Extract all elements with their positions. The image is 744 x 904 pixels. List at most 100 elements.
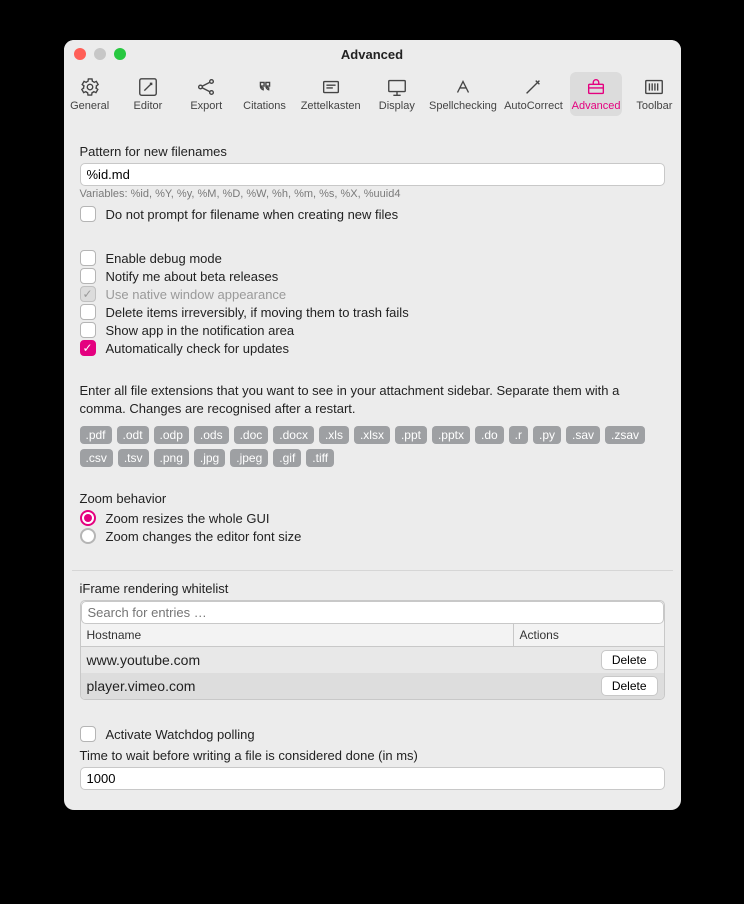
native-window-checkbox <box>80 286 96 302</box>
auto-update-checkbox[interactable] <box>80 340 96 356</box>
zoom-editor-label: Zoom changes the editor font size <box>106 529 302 544</box>
extension-chip[interactable]: .tsv <box>118 449 149 467</box>
extension-chip[interactable]: .docx <box>273 426 314 444</box>
zoom-heading: Zoom behavior <box>80 491 665 506</box>
tab-advanced[interactable]: Advanced <box>570 72 622 116</box>
extension-chip[interactable]: .doc <box>234 426 269 444</box>
tab-label: Citations <box>243 100 286 112</box>
extension-chip[interactable]: .tiff <box>306 449 334 467</box>
section-watchdog: Activate Watchdog polling Time to wait b… <box>76 724 669 790</box>
preferences-window: Advanced General Editor Export Citations… <box>64 40 681 810</box>
zoom-editor-radio[interactable] <box>80 528 96 544</box>
extension-chip[interactable]: .pptx <box>432 426 470 444</box>
tab-label: Display <box>379 100 415 112</box>
extension-chip[interactable]: .odt <box>117 426 149 444</box>
beta-checkbox[interactable] <box>80 268 96 284</box>
extension-chip[interactable]: .sav <box>566 426 600 444</box>
gear-icon <box>79 76 101 98</box>
no-prompt-label: Do not prompt for filename when creating… <box>106 207 399 222</box>
filename-pattern-label: Pattern for new filenames <box>80 144 665 159</box>
no-prompt-checkbox[interactable] <box>80 206 96 222</box>
traffic-lights <box>74 48 126 60</box>
beta-label: Notify me about beta releases <box>106 269 279 284</box>
section-filename-pattern: Pattern for new filenames Variables: %id… <box>76 144 669 224</box>
window-title: Advanced <box>64 47 681 62</box>
tab-spellchecking[interactable]: Spellchecking <box>429 72 497 116</box>
tab-label: Export <box>190 100 222 112</box>
zoom-gui-label: Zoom resizes the whole GUI <box>106 511 270 526</box>
debug-checkbox[interactable] <box>80 250 96 266</box>
tab-display[interactable]: Display <box>371 72 423 116</box>
tab-citations[interactable]: Citations <box>238 72 290 116</box>
close-icon[interactable] <box>74 48 86 60</box>
tab-label: Toolbar <box>636 100 672 112</box>
pencil-square-icon <box>137 76 159 98</box>
tab-label: Editor <box>134 100 163 112</box>
extension-chip[interactable]: .jpeg <box>230 449 268 467</box>
extensions-description: Enter all file extensions that you want … <box>80 382 665 418</box>
extension-chip[interactable]: .xlsx <box>354 426 390 444</box>
tab-label: AutoCorrect <box>504 100 563 112</box>
tab-general[interactable]: General <box>64 72 116 116</box>
table-row: player.vimeo.comDelete <box>81 673 664 699</box>
section-flags: Enable debug mode Notify me about beta r… <box>76 248 669 358</box>
preferences-toolbar: General Editor Export Citations Zettelka… <box>64 68 681 124</box>
extension-chip[interactable]: .ods <box>194 426 229 444</box>
extension-chip[interactable]: .gif <box>273 449 301 467</box>
section-extensions: Enter all file extensions that you want … <box>76 382 669 467</box>
hostname-cell: www.youtube.com <box>87 652 601 668</box>
extension-chip[interactable]: .xls <box>319 426 349 444</box>
separator <box>72 570 673 571</box>
extension-chip[interactable]: .py <box>533 426 561 444</box>
watchdog-checkbox[interactable] <box>80 726 96 742</box>
delete-irreversibly-label: Delete items irreversibly, if moving the… <box>106 305 409 320</box>
whitelist-table: Hostname Actions www.youtube.comDeletepl… <box>80 600 665 700</box>
table-row: www.youtube.comDelete <box>81 647 664 673</box>
notification-area-checkbox[interactable] <box>80 322 96 338</box>
maximize-icon[interactable] <box>114 48 126 60</box>
tab-autocorrect[interactable]: AutoCorrect <box>503 72 564 116</box>
hostname-cell: player.vimeo.com <box>87 678 601 694</box>
extension-chip[interactable]: .r <box>509 426 528 444</box>
display-icon <box>386 76 408 98</box>
extension-chip[interactable]: .csv <box>80 449 113 467</box>
wand-icon <box>522 76 544 98</box>
content-area: Pattern for new filenames Variables: %id… <box>64 124 681 810</box>
watchdog-wait-input[interactable] <box>80 767 665 790</box>
tab-zettelkasten[interactable]: Zettelkasten <box>297 72 365 116</box>
tab-toolbar[interactable]: Toolbar <box>628 72 680 116</box>
tab-editor[interactable]: Editor <box>122 72 174 116</box>
notification-area-label: Show app in the notification area <box>106 323 295 338</box>
delete-button[interactable]: Delete <box>601 676 658 696</box>
tab-label: Spellchecking <box>429 100 497 112</box>
filename-pattern-input[interactable] <box>80 163 665 186</box>
whitelist-rows: www.youtube.comDeleteplayer.vimeo.comDel… <box>81 647 664 699</box>
quote-icon <box>254 76 276 98</box>
whitelist-search-input[interactable] <box>81 601 664 624</box>
toolbox-icon <box>585 76 607 98</box>
extension-chip[interactable]: .do <box>475 426 504 444</box>
extension-chip[interactable]: .pdf <box>80 426 112 444</box>
column-hostname: Hostname <box>81 624 514 646</box>
minimize-icon[interactable] <box>94 48 106 60</box>
extension-chip[interactable]: .odp <box>154 426 189 444</box>
tab-label: Advanced <box>572 100 621 112</box>
extension-chip[interactable]: .zsav <box>605 426 645 444</box>
extension-chip[interactable]: .ppt <box>395 426 427 444</box>
letter-a-icon <box>452 76 474 98</box>
filename-pattern-hint: Variables: %id, %Y, %y, %M, %D, %W, %h, … <box>80 188 665 200</box>
share-icon <box>195 76 217 98</box>
tab-export[interactable]: Export <box>180 72 232 116</box>
watchdog-wait-label: Time to wait before writing a file is co… <box>80 748 665 763</box>
watchdog-label: Activate Watchdog polling <box>106 727 255 742</box>
tab-label: Zettelkasten <box>301 100 361 112</box>
delete-button[interactable]: Delete <box>601 650 658 670</box>
delete-irreversibly-checkbox[interactable] <box>80 304 96 320</box>
section-iframe-whitelist: iFrame rendering whitelist Hostname Acti… <box>76 581 669 700</box>
zoom-gui-radio[interactable] <box>80 510 96 526</box>
iframe-heading: iFrame rendering whitelist <box>80 581 665 596</box>
extension-chip[interactable]: .png <box>154 449 189 467</box>
debug-label: Enable debug mode <box>106 251 222 266</box>
extension-chip[interactable]: .jpg <box>194 449 225 467</box>
tab-label: General <box>70 100 109 112</box>
